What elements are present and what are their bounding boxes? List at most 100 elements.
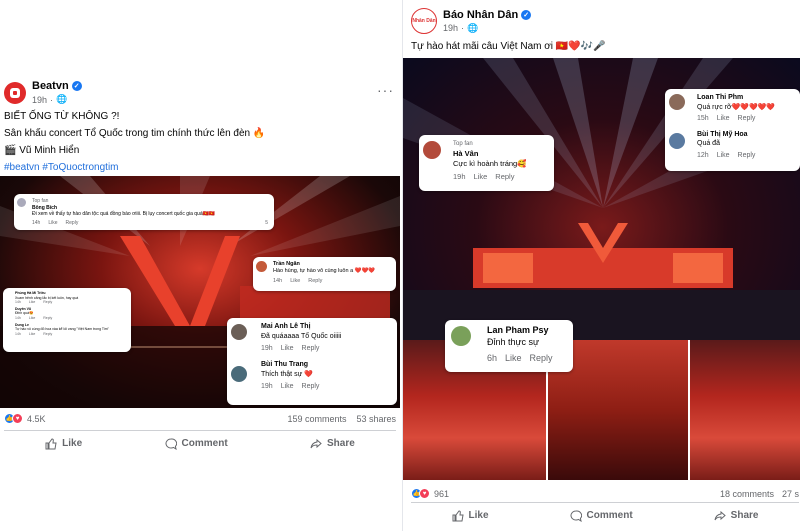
thumbs-up-icon (452, 509, 464, 521)
comment-reply-button[interactable]: Reply (738, 114, 756, 124)
comment-reply-button[interactable]: Reply (43, 316, 52, 321)
comments-count[interactable]: 18 comments (720, 489, 774, 499)
commenter-avatar[interactable] (451, 326, 471, 346)
comment-reply-button[interactable]: Reply (43, 300, 52, 305)
comment-button[interactable]: Comment (570, 509, 633, 522)
commenter-name[interactable]: Loan Thi Phm (697, 93, 794, 103)
reaction-count[interactable]: 4.5K (27, 414, 46, 424)
reactions-summary[interactable]: 👍 ♥ (411, 488, 430, 499)
comment-reply-button[interactable]: Reply (495, 172, 514, 182)
comment-like-button[interactable]: Like (290, 278, 300, 285)
comment-like-button[interactable]: Like (29, 300, 35, 305)
comment-text: Đỉnh thực sự (487, 337, 540, 347)
commenter-name[interactable]: Mai Anh Lê Thị (261, 322, 391, 332)
comment-time[interactable]: 14h (15, 332, 21, 337)
commenter-name[interactable]: Bùi Thu Trang (261, 360, 391, 370)
comment-time[interactable]: 14h (32, 220, 40, 227)
comments-count[interactable]: 159 comments (287, 414, 346, 424)
comment-like-button[interactable]: Like (717, 151, 730, 161)
comment-text: Quá rực rỡ❤️❤️❤️❤️❤️ (697, 103, 776, 111)
comment-like-button[interactable]: Like (281, 344, 294, 354)
comment-label: Comment (181, 438, 228, 449)
concert-stage-photo[interactable]: Top fan Bông Bích Đi xem về thấy tự hào … (0, 176, 400, 408)
comment-reaction-count: 5 (265, 219, 268, 226)
comment-card: Top fan Hà Vân Cực kì hoành tráng🥰 19h Li… (419, 135, 554, 191)
commenter-name[interactable]: Bùi Thị Mỹ Hoa (697, 130, 794, 140)
commenter-name[interactable]: Hà Vân (453, 149, 548, 159)
beatvn-avatar[interactable] (4, 81, 26, 104)
commenter-avatar[interactable] (423, 141, 441, 159)
comment-time[interactable]: 19h (453, 172, 466, 182)
share-button[interactable]: Share (714, 510, 759, 522)
comment-reply-button[interactable]: Reply (66, 220, 79, 227)
comment-like-button[interactable]: Like (717, 114, 730, 124)
comment-time[interactable]: 14h (15, 316, 21, 321)
verified-icon: ✓ (71, 81, 82, 91)
globe-icon: 🌐 (56, 94, 68, 104)
page-name[interactable]: Beatvn ✓ (32, 80, 82, 92)
love-reaction-icon: ♥ (12, 413, 23, 424)
share-icon (310, 438, 322, 448)
engagement-bar: 👍 ♥ 961 18 comments 27 s (411, 488, 799, 499)
comment-time[interactable]: 6h (487, 352, 497, 364)
comment-text: Đã quáaaaa Tổ Quốc oiiiii (261, 333, 342, 340)
post-header: Beatvn ✓ 19h · 🌐 (4, 80, 82, 105)
more-options-icon[interactable]: ··· (377, 82, 394, 98)
comment-like-button[interactable]: Like (281, 382, 294, 392)
post-time[interactable]: 19h (32, 95, 47, 105)
commenter-name[interactable]: Lan Pham Psy (487, 324, 567, 336)
concert-stage-photo[interactable]: Top fan Hà Vân Cực kì hoành tráng🥰 19h Li… (403, 58, 800, 340)
comment-time[interactable]: 14h (273, 278, 282, 285)
share-label: Share (327, 438, 355, 449)
commenter-name[interactable]: Trần Ngân (273, 261, 390, 268)
commenter-avatar[interactable] (231, 366, 247, 382)
commenter-avatar[interactable] (256, 261, 267, 272)
like-button[interactable]: Like (452, 509, 489, 522)
comment-like-button[interactable]: Like (474, 172, 488, 182)
comment-reply-button[interactable]: Reply (738, 151, 756, 161)
caption-line-3: 🎬 Vũ Minh Hiển (4, 145, 80, 156)
comment-reply-button[interactable]: Reply (302, 382, 320, 392)
comment-time[interactable]: 19h (261, 382, 273, 392)
comment-icon (165, 437, 177, 450)
comment-reply-button[interactable]: Reply (302, 344, 320, 354)
comment-time[interactable]: 19h (261, 344, 273, 354)
like-button[interactable]: Like (45, 437, 83, 450)
reaction-count[interactable]: 961 (434, 489, 449, 499)
reactions-summary[interactable]: 👍 ♥ (4, 413, 23, 424)
commenter-avatar[interactable] (231, 324, 247, 340)
share-label: Share (730, 510, 759, 521)
post-time[interactable]: 19h (443, 23, 458, 33)
share-icon (714, 510, 726, 520)
like-label: Like (62, 438, 83, 449)
comment-reply-button[interactable]: Reply (308, 278, 322, 285)
commenter-avatar[interactable] (17, 198, 26, 207)
globe-icon: 🌐 (467, 22, 479, 33)
post-actions: Like Comment Share (411, 502, 799, 528)
comment-time[interactable]: 12h (697, 151, 709, 161)
engagement-bar: 👍 ♥ 4.5K 159 comments 53 shares (4, 413, 396, 424)
thumbs-up-icon (45, 437, 57, 449)
commenter-avatar[interactable] (669, 133, 685, 149)
shares-count[interactable]: 53 shares (356, 414, 396, 424)
comment-time[interactable]: 15h (697, 114, 709, 124)
comment-like-button[interactable]: Like (48, 220, 57, 227)
comment-like-button[interactable]: Like (505, 352, 522, 364)
post-caption: BIẾT ỐNG TỪ KHÔNG ?! Sân khấu concert Tổ… (4, 110, 394, 175)
comment-reply-button[interactable]: Reply (43, 332, 52, 337)
comment-reply-button[interactable]: Reply (530, 352, 553, 364)
shares-count[interactable]: 27 s (782, 489, 799, 499)
comment-time[interactable]: 14h (15, 300, 21, 305)
caption-line-2: Sân khấu concert Tổ Quốc trong tim chính… (4, 128, 266, 139)
page-name[interactable]: Báo Nhân Dân ✓ (443, 9, 532, 21)
comment-button[interactable]: Comment (165, 437, 228, 450)
comment-like-button[interactable]: Like (29, 332, 35, 337)
nhandan-avatar[interactable]: Nhân Dân (411, 8, 437, 34)
comment-like-button[interactable]: Like (29, 316, 35, 321)
commenter-avatar[interactable] (669, 94, 685, 110)
comment-text: Cực kì hoành tráng🥰 (453, 159, 527, 168)
comment-icon (570, 509, 582, 522)
hashtags-link[interactable]: #beatvn #ToQuoctrongtim (4, 161, 394, 175)
share-button[interactable]: Share (310, 438, 355, 450)
crowd-photo-3[interactable] (690, 340, 800, 480)
